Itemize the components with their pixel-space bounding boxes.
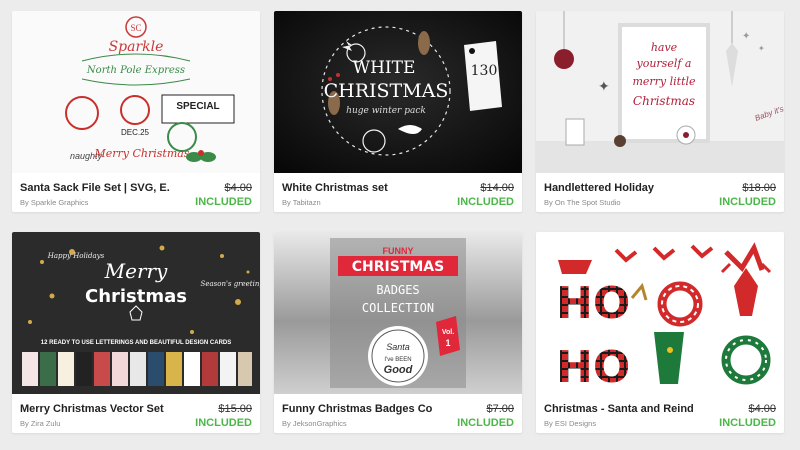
product-thumbnail[interactable]: Happy Holidays Season's greetings Merry … xyxy=(12,232,260,394)
product-author[interactable]: By On The Spot Studio xyxy=(544,198,621,207)
product-author[interactable]: By JeksonGraphics xyxy=(282,419,347,428)
svg-text:12 READY TO USE LETTERINGS AND: 12 READY TO USE LETTERINGS AND BEAUTIFUL… xyxy=(41,340,231,346)
svg-text:CHRISTMAS: CHRISTMAS xyxy=(352,259,444,275)
thumbnail-art-santa-sack: SC Sparkle North Pole Express SPECIAL DE… xyxy=(12,11,260,173)
product-card[interactable]: WHITE CHRISTMAS huge winter pack 130 Whi… xyxy=(274,11,522,212)
included-badge: INCLUDED xyxy=(457,196,514,208)
svg-text:Happy Holidays: Happy Holidays xyxy=(47,252,105,260)
svg-text:DEC.25: DEC.25 xyxy=(121,128,150,137)
svg-text:COLLECTION: COLLECTION xyxy=(362,301,434,315)
thumbnail-art-merry-christmas-vector: Happy Holidays Season's greetings Merry … xyxy=(12,232,260,394)
svg-text:huge winter pack: huge winter pack xyxy=(346,106,426,116)
svg-text:Good: Good xyxy=(384,364,413,376)
svg-text:have: have xyxy=(651,41,678,54)
product-author[interactable]: By Tabitazn xyxy=(282,198,321,207)
product-original-price: $7.00 xyxy=(486,403,514,415)
svg-text:Vol.: Vol. xyxy=(442,329,454,336)
svg-text:130: 130 xyxy=(471,63,498,79)
svg-text:HO: HO xyxy=(556,278,630,329)
product-title[interactable]: Santa Sack File Set | SVG, E... xyxy=(20,182,170,194)
product-title[interactable]: White Christmas set xyxy=(282,182,432,194)
product-card[interactable]: SC Sparkle North Pole Express SPECIAL DE… xyxy=(12,11,260,212)
product-original-price: $14.00 xyxy=(480,182,514,194)
product-title[interactable]: Funny Christmas Badges Co... xyxy=(282,403,432,415)
svg-text:BADGES: BADGES xyxy=(376,283,419,297)
product-original-price: $4.00 xyxy=(748,403,776,415)
product-author[interactable]: By ESI Designs xyxy=(544,419,596,428)
product-original-price: $15.00 xyxy=(218,403,252,415)
svg-text:yourself a: yourself a xyxy=(636,57,692,70)
included-badge: INCLUDED xyxy=(719,417,776,429)
product-card[interactable]: HO HO Christmas - Santa and Reind... By … xyxy=(536,232,784,433)
svg-text:North Pole Express: North Pole Express xyxy=(86,65,185,76)
svg-text:Merry Christmas: Merry Christmas xyxy=(94,147,190,160)
product-author[interactable]: By Sparkle Graphics xyxy=(20,198,88,207)
svg-text:SC: SC xyxy=(130,23,141,33)
product-thumbnail[interactable]: have yourself a merry little Christmas ✦… xyxy=(536,11,784,173)
included-badge: INCLUDED xyxy=(719,196,776,208)
svg-text:✦: ✦ xyxy=(598,78,610,94)
thumbnail-art-funny-badges: FUNNY CHRISTMAS BADGES COLLECTION Santa … xyxy=(274,232,522,394)
svg-text:Sparkle: Sparkle xyxy=(109,39,164,55)
svg-text:merry little: merry little xyxy=(632,75,696,88)
product-original-price: $18.00 xyxy=(742,182,776,194)
svg-text:HO: HO xyxy=(556,342,630,393)
svg-text:Christmas: Christmas xyxy=(85,286,187,307)
svg-text:WHITE: WHITE xyxy=(353,58,416,78)
svg-text:CHRISTMAS: CHRISTMAS xyxy=(324,80,449,102)
svg-text:1: 1 xyxy=(445,338,450,348)
svg-text:✦: ✦ xyxy=(758,44,765,53)
product-card[interactable]: Happy Holidays Season's greetings Merry … xyxy=(12,232,260,433)
product-author[interactable]: By Zira Zulu xyxy=(20,419,60,428)
svg-text:Christmas: Christmas xyxy=(633,94,695,108)
svg-text:Merry: Merry xyxy=(104,259,168,283)
thumbnail-art-santa-reindeer: HO HO xyxy=(536,232,784,394)
svg-text:I've BEEN: I've BEEN xyxy=(384,357,411,363)
thumbnail-art-white-christmas: WHITE CHRISTMAS huge winter pack 130 xyxy=(274,11,522,173)
product-title[interactable]: Christmas - Santa and Reind... xyxy=(544,403,694,415)
svg-text:✦: ✦ xyxy=(742,31,750,42)
included-badge: INCLUDED xyxy=(195,417,252,429)
svg-text:FUNNY: FUNNY xyxy=(383,246,414,256)
product-thumbnail[interactable]: HO HO xyxy=(536,232,784,394)
product-thumbnail[interactable]: WHITE CHRISTMAS huge winter pack 130 xyxy=(274,11,522,173)
svg-text:SPECIAL: SPECIAL xyxy=(176,101,219,112)
svg-text:Santa: Santa xyxy=(386,342,410,352)
product-card[interactable]: have yourself a merry little Christmas ✦… xyxy=(536,11,784,212)
product-title[interactable]: Handlettered Holiday xyxy=(544,182,694,194)
included-badge: INCLUDED xyxy=(457,417,514,429)
product-title[interactable]: Merry Christmas Vector Set xyxy=(20,403,170,415)
svg-text:Season's greetings: Season's greetings xyxy=(201,280,260,288)
product-card[interactable]: FUNNY CHRISTMAS BADGES COLLECTION Santa … xyxy=(274,232,522,433)
included-badge: INCLUDED xyxy=(195,196,252,208)
product-thumbnail[interactable]: SC Sparkle North Pole Express SPECIAL DE… xyxy=(12,11,260,173)
product-original-price: $4.00 xyxy=(224,182,252,194)
product-thumbnail[interactable]: FUNNY CHRISTMAS BADGES COLLECTION Santa … xyxy=(274,232,522,394)
thumbnail-art-handlettered-holiday: have yourself a merry little Christmas ✦… xyxy=(536,11,784,173)
